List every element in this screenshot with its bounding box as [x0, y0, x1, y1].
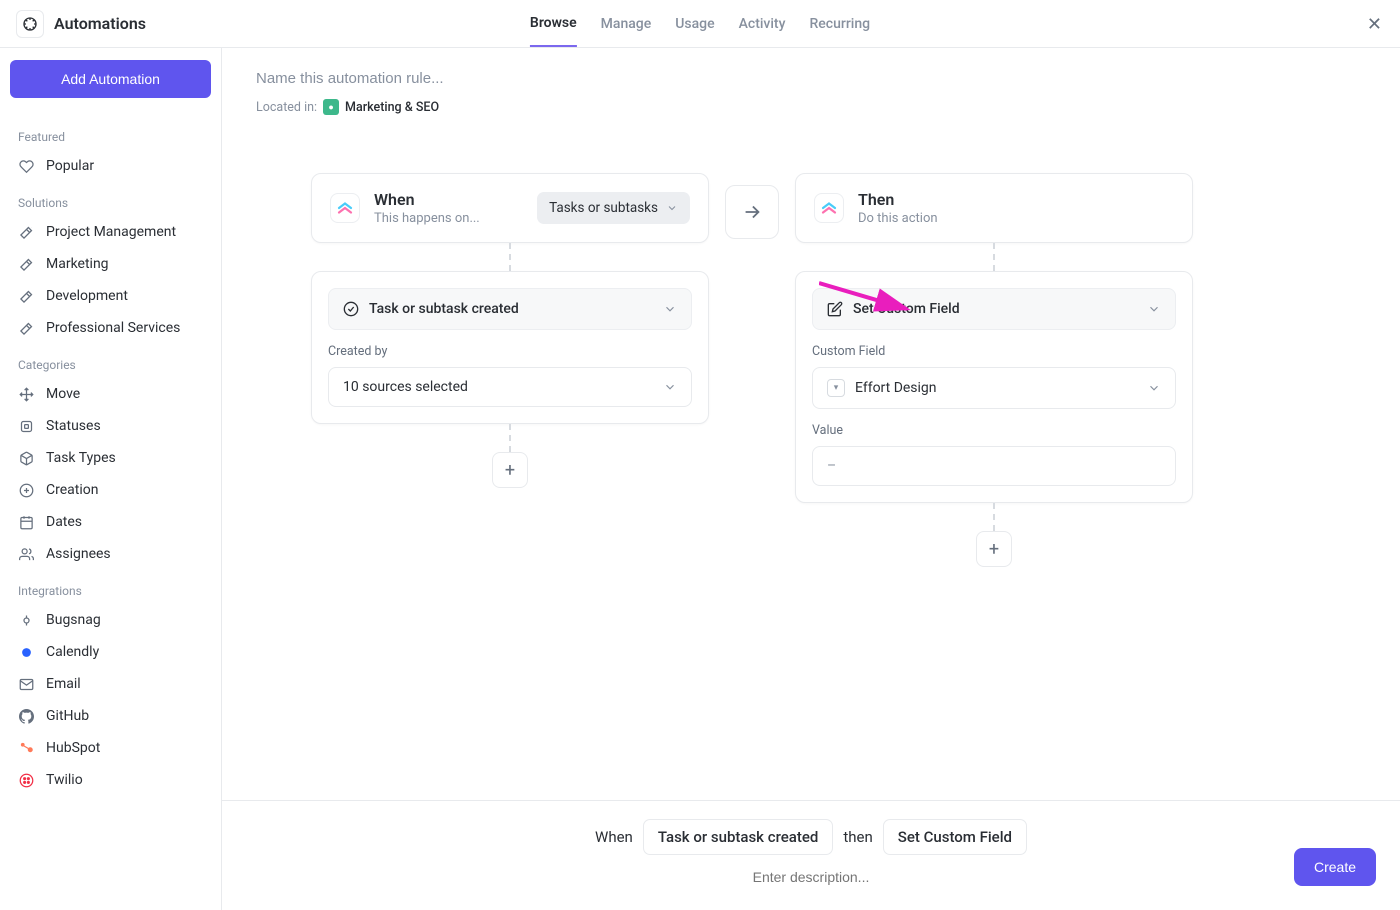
- footer: When Task or subtask created then Set Cu…: [222, 800, 1400, 910]
- content-header: Located in: ● Marketing & SEO: [222, 48, 1400, 129]
- value-label: Value: [812, 423, 1176, 438]
- summary: When Task or subtask created then Set Cu…: [246, 819, 1376, 855]
- hubspot-icon: [18, 740, 34, 756]
- annotation-arrow-icon: [819, 277, 919, 317]
- check-circle-icon: [343, 301, 359, 317]
- move-icon: [18, 386, 34, 402]
- sidebar-item-popular[interactable]: Popular: [8, 150, 213, 182]
- then-column: Then Do this action Set Custom Field Cus…: [795, 173, 1193, 567]
- add-action-button[interactable]: +: [976, 531, 1012, 567]
- tab-recurring[interactable]: Recurring: [809, 0, 870, 47]
- sidebar-item-marketing[interactable]: Marketing: [8, 248, 213, 280]
- add-automation-button[interactable]: Add Automation: [10, 60, 211, 98]
- sidebar: Add Automation Featured Popular Solution…: [0, 48, 222, 910]
- bugsnag-icon: [18, 612, 34, 628]
- sidebar-item-dates[interactable]: Dates: [8, 506, 213, 538]
- twilio-icon: [18, 772, 34, 788]
- connector: [993, 243, 995, 271]
- users-icon: [18, 546, 34, 562]
- sidebar-item-github[interactable]: GitHub: [8, 700, 213, 732]
- summary-trigger-chip[interactable]: Task or subtask created: [643, 819, 834, 855]
- connector: [993, 503, 995, 531]
- wand-icon: [18, 288, 34, 304]
- chevron-down-icon: [1147, 302, 1161, 316]
- tab-manage[interactable]: Manage: [601, 0, 652, 47]
- when-title: When: [374, 190, 480, 209]
- sidebar-item-bugsnag[interactable]: Bugsnag: [8, 604, 213, 636]
- sidebar-item-email[interactable]: Email: [8, 668, 213, 700]
- dropdown-field-icon: ▾: [827, 379, 845, 397]
- sidebar-item-task-types[interactable]: Task Types: [8, 442, 213, 474]
- scope-selector[interactable]: Tasks or subtasks: [537, 192, 690, 224]
- calendar-icon: [18, 514, 34, 530]
- tabs: Browse Manage Usage Activity Recurring: [530, 0, 870, 47]
- trigger-dropdown[interactable]: Task or subtask created: [328, 288, 692, 330]
- section-categories: Categories: [8, 352, 213, 378]
- cube-icon: [18, 450, 34, 466]
- connector: [509, 243, 511, 271]
- chevron-down-icon: [663, 302, 677, 316]
- then-card: Then Do this action: [795, 173, 1193, 243]
- canvas: When This happens on... Tasks or subtask…: [222, 129, 1400, 910]
- custom-field-label: Custom Field: [812, 344, 1176, 359]
- then-title: Then: [858, 190, 938, 209]
- sidebar-item-project-management[interactable]: Project Management: [8, 216, 213, 248]
- tab-browse[interactable]: Browse: [530, 0, 577, 47]
- clickup-icon: [814, 193, 844, 223]
- sidebar-item-creation[interactable]: Creation: [8, 474, 213, 506]
- description-input[interactable]: [246, 869, 1376, 885]
- plus-circle-icon: [18, 482, 34, 498]
- sidebar-item-statuses[interactable]: Statuses: [8, 410, 213, 442]
- space-icon: ●: [323, 99, 339, 115]
- brand: Automations: [16, 10, 146, 38]
- located-in: Located in: ● Marketing & SEO: [256, 99, 1366, 115]
- located-name[interactable]: Marketing & SEO: [345, 100, 439, 115]
- content: Located in: ● Marketing & SEO When This …: [222, 48, 1400, 910]
- then-sub: Do this action: [858, 211, 938, 226]
- calendly-icon: [18, 644, 34, 660]
- section-integrations: Integrations: [8, 578, 213, 604]
- sidebar-item-calendly[interactable]: Calendly: [8, 636, 213, 668]
- create-button[interactable]: Create: [1294, 848, 1376, 886]
- when-card: When This happens on... Tasks or subtask…: [311, 173, 709, 243]
- automation-name-input[interactable]: [256, 70, 1366, 87]
- chevron-down-icon: [1147, 381, 1161, 395]
- heart-icon: [18, 158, 34, 174]
- when-column: When This happens on... Tasks or subtask…: [311, 173, 709, 488]
- created-by-label: Created by: [328, 344, 692, 359]
- connector: [509, 424, 511, 452]
- value-input[interactable]: –: [812, 446, 1176, 486]
- custom-field-select[interactable]: ▾ Effort Design: [812, 367, 1176, 409]
- sidebar-item-professional-services[interactable]: Professional Services: [8, 312, 213, 344]
- section-featured: Featured: [8, 124, 213, 150]
- trigger-card: Task or subtask created Created by 10 so…: [311, 271, 709, 424]
- summary-action-chip[interactable]: Set Custom Field: [883, 819, 1027, 855]
- tab-activity[interactable]: Activity: [739, 0, 786, 47]
- page-title: Automations: [54, 14, 146, 33]
- status-icon: [18, 418, 34, 434]
- wand-icon: [18, 320, 34, 336]
- when-sub: This happens on...: [374, 211, 480, 226]
- flow-arrow-icon: [725, 185, 779, 239]
- chevron-down-icon: [666, 202, 678, 214]
- sidebar-item-move[interactable]: Move: [8, 378, 213, 410]
- github-icon: [18, 708, 34, 724]
- tab-usage[interactable]: Usage: [675, 0, 714, 47]
- clickup-icon: [330, 193, 360, 223]
- sidebar-item-assignees[interactable]: Assignees: [8, 538, 213, 570]
- chevron-down-icon: [663, 380, 677, 394]
- sidebar-item-development[interactable]: Development: [8, 280, 213, 312]
- sidebar-item-twilio[interactable]: Twilio: [8, 764, 213, 796]
- wand-icon: [18, 224, 34, 240]
- mail-icon: [18, 676, 34, 692]
- section-solutions: Solutions: [8, 190, 213, 216]
- topbar: Automations Browse Manage Usage Activity…: [0, 0, 1400, 48]
- sidebar-item-hubspot[interactable]: HubSpot: [8, 732, 213, 764]
- close-icon[interactable]: ✕: [1367, 14, 1382, 35]
- automations-icon: [16, 10, 44, 38]
- add-trigger-button[interactable]: +: [492, 452, 528, 488]
- wand-icon: [18, 256, 34, 272]
- sources-select[interactable]: 10 sources selected: [328, 367, 692, 407]
